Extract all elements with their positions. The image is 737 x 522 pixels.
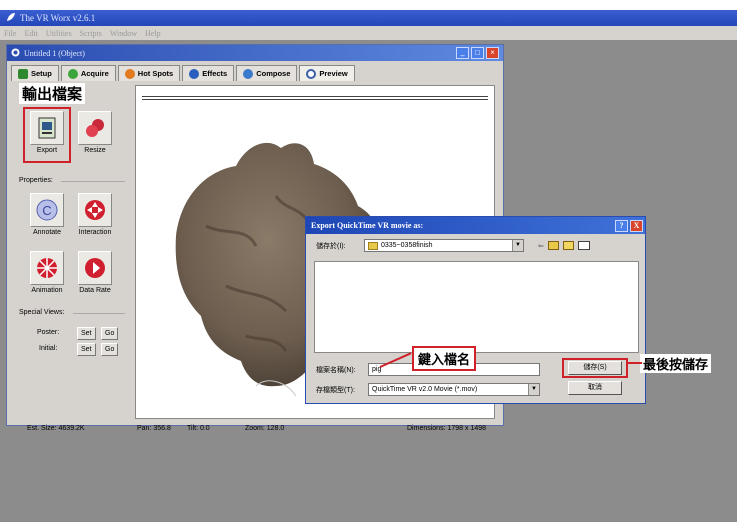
menubar: File Edit Utilities Scripts Window Help xyxy=(0,26,737,40)
tab-hot-spots[interactable]: Hot Spots xyxy=(117,65,181,81)
status-dimensions: Dimensions: 1798 x 1498 xyxy=(407,425,486,432)
menu-edit[interactable]: Edit xyxy=(24,29,37,38)
annotate-tool[interactable]: C Annotate xyxy=(27,193,67,236)
minimize-button[interactable]: _ xyxy=(456,47,469,59)
interaction-label: Interaction xyxy=(78,229,112,236)
animation-label: Animation xyxy=(31,287,63,294)
acquire-icon xyxy=(67,68,78,79)
menu-help[interactable]: Help xyxy=(145,29,161,38)
initial-set-button[interactable]: Set xyxy=(77,343,96,356)
export-dialog-titlebar: Export QuickTime VR movie as: ? X xyxy=(306,217,645,234)
view-menu-icon[interactable] xyxy=(577,241,590,250)
app-titlebar: The VR Worx v2.6.1 xyxy=(0,10,737,26)
poster-label: Poster: xyxy=(37,329,60,336)
workspace: Untitled 1 (Object) _ □ × Setup Acquire xyxy=(0,40,737,522)
export-annotation: 輸出檔案 xyxy=(19,83,86,104)
filetype-label: 存檔類型(T): xyxy=(316,386,355,394)
save-in-row: 儲存於(I): 0335~0358finish ▼ ⇐ xyxy=(316,239,590,252)
close-button[interactable]: × xyxy=(486,47,499,59)
special-views-label: Special Views: xyxy=(19,309,65,316)
poster-go-button[interactable]: Go xyxy=(101,327,119,340)
interaction-icon xyxy=(85,200,105,220)
status-pan: Pan: 356.8 xyxy=(137,425,171,432)
finally-save-annotation: 最後按儲存 xyxy=(640,354,712,373)
tab-effects[interactable]: Effects xyxy=(182,65,235,81)
cancel-button[interactable]: 取消 xyxy=(568,381,622,395)
status-tilt: Tilt: 0.0 xyxy=(187,425,210,432)
back-arrow-icon[interactable]: ⇐ xyxy=(538,242,544,250)
save-in-value: 0335~0358finish xyxy=(381,242,433,249)
setup-icon xyxy=(18,68,28,79)
special-views-divider xyxy=(73,313,125,314)
save-button[interactable]: 儲存(S) xyxy=(568,361,622,375)
hot-spots-icon xyxy=(124,68,135,79)
folder-icon xyxy=(368,241,378,250)
tab-preview[interactable]: Preview xyxy=(299,65,355,81)
export-label: Export xyxy=(36,147,58,154)
menu-utilities[interactable]: Utilities xyxy=(46,29,72,38)
status-bar: Est. Size: 4639.2K Pan: 356.8 Tilt: 0.0 … xyxy=(11,423,501,437)
file-list[interactable] xyxy=(314,261,639,353)
resize-label: Resize xyxy=(84,147,106,154)
filetype-dropdown[interactable]: QuickTime VR v2.0 Movie (*.mov) ▼ xyxy=(368,383,540,396)
data-rate-icon xyxy=(85,258,105,278)
interaction-tool[interactable]: Interaction xyxy=(75,193,115,236)
initial-label: Initial: xyxy=(39,345,58,352)
initial-go-button[interactable]: Go xyxy=(101,343,119,356)
export-dialog-title: Export QuickTime VR movie as: xyxy=(311,221,424,230)
annotate-label: Annotate xyxy=(32,229,62,236)
filetype-row: 存檔類型(T): QuickTime VR v2.0 Movie (*.mov)… xyxy=(316,383,540,396)
filename-label: 檔案名稱(N): xyxy=(316,366,356,374)
tab-acquire[interactable]: Acquire xyxy=(60,65,116,81)
effects-icon xyxy=(189,68,200,79)
dialog-close-button[interactable]: X xyxy=(630,219,643,232)
menu-window[interactable]: Window xyxy=(110,29,137,38)
app-window: The VR Worx v2.6.1 File Edit Utilities S… xyxy=(0,10,737,522)
app-title: The VR Worx v2.6.1 xyxy=(20,13,96,23)
menu-scripts[interactable]: Scripts xyxy=(80,29,102,38)
data-rate-tool[interactable]: Data Rate xyxy=(75,251,115,294)
svg-text:C: C xyxy=(42,203,51,218)
annotate-icon: C xyxy=(36,199,58,221)
resize-icon xyxy=(86,119,104,137)
export-icon xyxy=(38,117,56,139)
chevron-down-icon: ▼ xyxy=(528,384,539,395)
dialog-help-button[interactable]: ? xyxy=(615,219,628,232)
document-icon xyxy=(11,48,20,59)
menu-file[interactable]: File xyxy=(4,29,16,38)
maximize-button[interactable]: □ xyxy=(471,47,484,59)
tab-compose[interactable]: Compose xyxy=(236,65,298,81)
up-folder-icon[interactable] xyxy=(547,241,559,250)
resize-tool[interactable]: Resize xyxy=(75,111,115,154)
document-title: Untitled 1 (Object) xyxy=(24,48,85,58)
status-zoom: Zoom: 128.0 xyxy=(245,425,285,432)
poster-set-button[interactable]: Set xyxy=(77,327,96,340)
export-dialog: Export QuickTime VR movie as: ? X 儲存於(I)… xyxy=(305,216,646,404)
data-rate-label: Data Rate xyxy=(79,287,111,294)
status-est-size: Est. Size: 4639.2K xyxy=(27,425,85,432)
save-in-dropdown[interactable]: 0335~0358finish ▼ xyxy=(364,239,524,252)
properties-divider xyxy=(61,181,125,182)
save-pointer-line xyxy=(628,362,642,364)
enter-filename-annotation: 鍵入檔名 xyxy=(412,346,477,371)
properties-label: Properties: xyxy=(19,177,53,184)
animation-icon xyxy=(37,258,57,278)
animation-tool[interactable]: Animation xyxy=(27,251,67,294)
app-logo-icon xyxy=(6,12,16,24)
tab-setup[interactable]: Setup xyxy=(11,65,59,81)
compose-icon xyxy=(243,68,254,79)
save-in-label: 儲存於(I): xyxy=(316,242,346,250)
export-tool[interactable]: Export xyxy=(27,111,67,154)
document-titlebar: Untitled 1 (Object) _ □ × xyxy=(7,45,503,61)
tab-bar: Setup Acquire Hot Spots Effects Compose xyxy=(11,65,501,81)
preview-icon xyxy=(306,68,317,79)
chevron-down-icon: ▼ xyxy=(512,240,523,251)
new-folder-icon[interactable] xyxy=(562,241,574,250)
tool-panel: 輸出檔案 Export Resize Properties: C Annotat… xyxy=(11,81,131,419)
